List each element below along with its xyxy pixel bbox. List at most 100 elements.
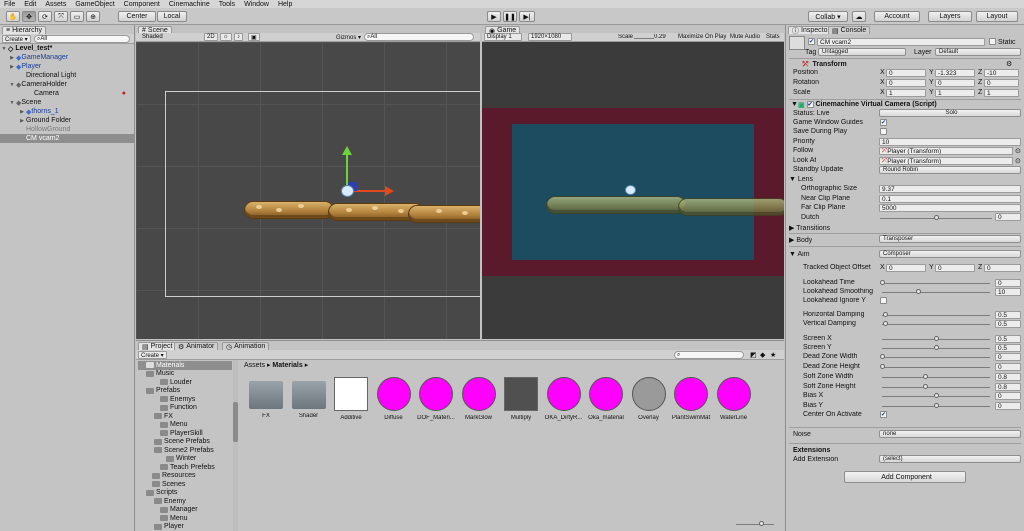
breadcrumb-assets[interactable]: Assets [244,362,265,369]
dutch-knob[interactable] [934,215,939,220]
menu-tools[interactable]: Tools [219,1,235,8]
tree-item[interactable]: PlayerSkill [138,429,232,438]
asset-item[interactable]: Multiply [501,377,541,429]
add-component-button[interactable]: Add Component [844,471,966,483]
step-button[interactable]: ▶| [519,11,535,22]
transform-tool-button[interactable]: ⊕ [86,11,100,22]
tab-animation[interactable]: ◷ Animation [222,342,270,351]
asset-item[interactable]: Diffuse [374,377,414,429]
hierarchy-item[interactable]: Directional Light [0,71,134,80]
tree-item[interactable]: Prefabs [138,387,232,396]
lookahead-time-slider[interactable] [882,283,990,284]
cloud-button[interactable]: ☁ [852,11,866,22]
display-dropdown[interactable]: Display 1 [484,33,522,41]
tree-item[interactable]: Winter [138,455,232,464]
tree-item[interactable]: Menu [138,421,232,430]
resolution-dropdown[interactable]: 1920×1080 [528,33,572,41]
icon-size-knob[interactable] [759,521,764,526]
pause-button[interactable]: ❚❚ [503,11,517,22]
asset-item[interactable]: Additive [331,377,371,429]
dead-zone-width-slider[interactable] [882,357,990,358]
follow-field[interactable]: ⤱ Player (Transform) [879,147,1013,155]
scale-tool-button[interactable]: ⤧ [54,11,68,22]
bias-y-knob[interactable] [934,403,939,408]
tree-scrollbar[interactable] [233,360,238,531]
hierarchy-item[interactable]: ▶ Ground Folder [0,116,134,125]
scene-view[interactable] [136,42,480,339]
near-clip-field[interactable]: 0.1 [879,195,1021,203]
hierarchy-item[interactable]: ▶ ◆ thorns_1 [0,107,134,116]
hierarchy-item[interactable]: HollowGround [0,125,134,134]
mode-2d-toggle[interactable]: 2D [204,33,218,41]
object-picker-icon[interactable]: ⊙ [1015,147,1021,155]
aim-foldout[interactable]: ▼ Aim [789,251,810,258]
dead-zone-width-field[interactable]: 0 [995,353,1021,361]
save-during-play-checkbox[interactable] [880,128,887,135]
tree-item[interactable]: Player [138,523,232,531]
asset-item[interactable]: Overlay [629,377,669,429]
asset-item[interactable]: MarkGlow [459,377,499,429]
menu-cinemachine[interactable]: Cinemachine [169,1,210,8]
screen-y-knob[interactable] [934,345,939,350]
space-toggle[interactable]: Local [157,11,187,22]
asset-item[interactable]: Oka_material [586,377,626,429]
lighting-toggle[interactable]: ☼ [220,33,232,41]
create-dropdown[interactable]: Create ▾ [2,35,31,43]
soft-zone-width-field[interactable]: 0.8 [995,373,1021,381]
lens-foldout[interactable]: ▼ Lens [789,176,813,183]
hierarchy-item-selected[interactable]: CM vcam2 [0,134,134,143]
tracked-offset-z[interactable]: 0 [984,264,1021,272]
rotation-z-field[interactable]: 0 [984,79,1019,87]
dead-zone-height-field[interactable]: 0 [995,363,1021,371]
far-clip-field[interactable]: 5000 [879,204,1021,212]
tree-item[interactable]: Teach Prefebs [138,463,232,472]
gizmo-y-arrow-icon[interactable] [342,146,352,155]
player-sprite[interactable] [341,185,354,197]
bias-x-knob[interactable] [934,393,939,398]
pivot-toggle[interactable]: Center [118,11,156,22]
shading-dropdown[interactable]: Shaded [140,33,200,41]
tree-item[interactable]: FX [138,412,232,421]
filter-label-icon[interactable]: ◆ [760,351,765,359]
tree-item[interactable]: Resources [138,472,232,481]
rotation-y-field[interactable]: 0 [935,79,975,87]
scene-root[interactable]: ▼ ◇ Level_test* [0,44,134,53]
tree-item[interactable]: Manager [138,506,232,515]
stats-toggle[interactable]: Stats [764,33,782,41]
lookahead-smoothing-knob[interactable] [915,289,921,294]
tree-item[interactable]: Menu [138,514,232,523]
filter-type-icon[interactable]: ◩ [750,351,757,359]
menu-gameobject[interactable]: GameObject [75,1,114,8]
soft-zone-height-slider[interactable] [882,387,990,388]
tab-animator[interactable]: ⚙ Animator [174,342,219,351]
vcam-header[interactable]: ▼ ▣ ✔ Cinemachine Virtual Camera (Script… [789,100,1021,109]
tracked-offset-x[interactable]: 0 [886,264,926,272]
rotation-x-field[interactable]: 0 [886,79,926,87]
dutch-field[interactable]: 0 [995,213,1021,221]
project-search-input[interactable]: ⌕ [674,351,744,359]
tree-item[interactable]: Scenes [138,480,232,489]
screen-y-field[interactable]: 0.5 [995,344,1021,352]
scale-x-field[interactable]: 1 [886,89,926,97]
menu-component[interactable]: Component [124,1,160,8]
gizmos-dropdown[interactable]: Gizmos ▾ [334,33,363,41]
static-checkbox[interactable] [989,38,996,45]
collab-button[interactable]: Collab ▾ [808,11,848,22]
asset-item[interactable]: FX [246,377,286,429]
position-y-field[interactable]: -1.323 [935,69,975,77]
vertical-damping-knob[interactable] [882,321,888,326]
tree-item[interactable]: Scene Prefabs [138,438,232,447]
hierarchy-item[interactable]: ▶ ◆ Player [0,62,134,71]
asset-item[interactable]: DOF_Materi... [416,377,456,429]
soft-zone-width-slider[interactable] [882,377,990,378]
tree-item[interactable]: Enemy [138,497,232,506]
lookahead-smoothing-field[interactable]: 10 [995,288,1021,296]
screen-x-field[interactable]: 0.5 [995,335,1021,343]
mute-audio-toggle[interactable]: Mute Audio [728,33,762,41]
scale-z-field[interactable]: 1 [984,89,1019,97]
tree-item[interactable]: Enemys [138,395,232,404]
transform-header[interactable]: ⤱ Transform [789,60,1021,69]
horizontal-damping-slider[interactable] [882,315,990,316]
center-on-activate-checkbox[interactable]: ✔ [880,411,887,418]
soft-zone-height-field[interactable]: 0.8 [995,383,1021,391]
